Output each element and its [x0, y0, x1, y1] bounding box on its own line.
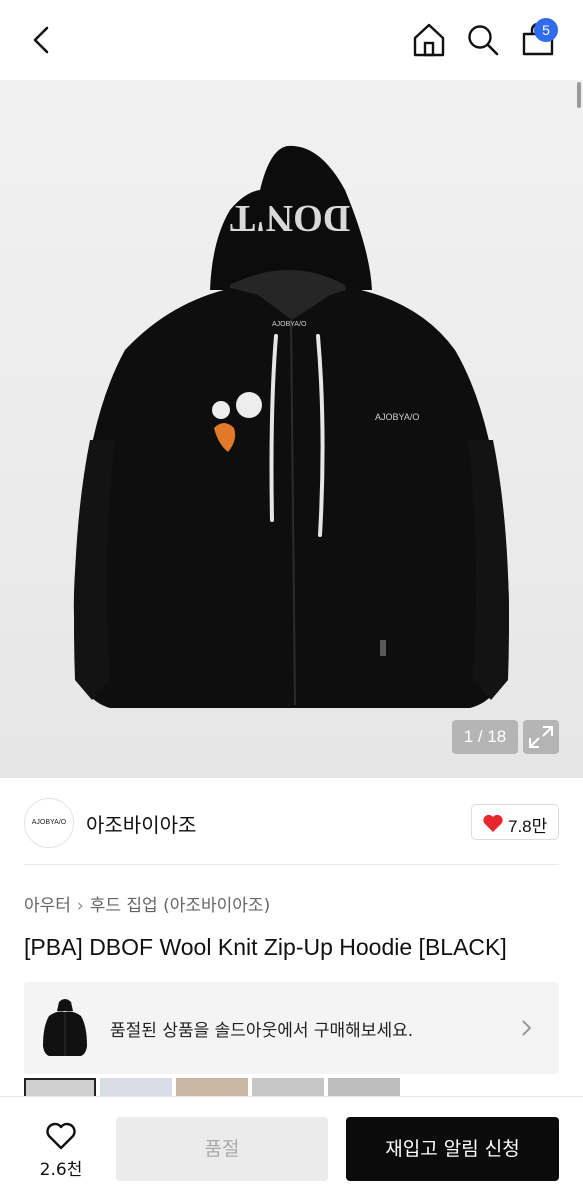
breadcrumb-category[interactable]: 아우터 [24, 896, 71, 916]
search-icon [468, 25, 499, 56]
wishlist-count: 2.6천 [39, 1160, 83, 1180]
home-icon [413, 23, 445, 57]
heart-filled-icon [483, 814, 503, 832]
collar-label-text: AJOBYA/O [272, 321, 307, 328]
brand-name[interactable]: 아조바이아조 [86, 809, 196, 838]
brand-like-button[interactable]: 7.8만 [471, 804, 559, 840]
breadcrumb-separator-icon: › [76, 896, 84, 916]
hoodie-product-image: DON'T AJOBYA/O AJOBYA/O [73, 145, 509, 708]
chevron-right-icon [522, 1020, 532, 1036]
hoodie-thumbnail [43, 999, 87, 1056]
expand-icon [529, 726, 553, 748]
soldout-message: 품절된 상품을 솔드아웃에서 구매해보세요. [110, 1021, 414, 1041]
hood-lettering: DON'T [230, 197, 350, 239]
product-image-gallery[interactable]: DON'T AJOBYA/O AJOBYA/O [0, 80, 583, 778]
breadcrumb: 아우터 › 후드 집업 (아조바이아조) [24, 891, 270, 916]
brand-row: AJOBYA/O 아조바이아조 7.8만 [0, 790, 583, 862]
wishlist-button[interactable]: 2.6천 [26, 1117, 96, 1181]
divider [24, 864, 559, 865]
search-button[interactable] [464, 20, 502, 60]
page-scrollbar[interactable] [577, 82, 581, 108]
top-nav-bar: 5 [0, 0, 583, 80]
restock-alert-button[interactable]: 재입고 알림 신청 [346, 1117, 559, 1181]
chest-logo-text: AJOBYA/O [375, 412, 419, 422]
expand-image-button[interactable] [523, 720, 559, 754]
product-title: [PBA] DBOF Wool Knit Zip-Up Hoodie [BLAC… [24, 934, 507, 960]
chevron-left-icon [33, 26, 49, 54]
home-button[interactable] [410, 20, 448, 60]
breadcrumb-subcategory[interactable]: 후드 집업 (아조바이아조) [90, 896, 270, 916]
bottom-action-bar: 2.6천 품절 재입고 알림 신청 [0, 1096, 583, 1200]
heart-outline-icon [46, 1122, 76, 1150]
back-button[interactable] [26, 22, 60, 58]
cart-count-badge: 5 [534, 18, 558, 42]
soldout-banner[interactable]: 품절된 상품을 솔드아웃에서 구매해보세요. [24, 982, 559, 1074]
sold-out-button: 품절 [116, 1117, 328, 1181]
brand-like-count: 7.8만 [508, 817, 548, 836]
brand-logo[interactable]: AJOBYA/O [24, 798, 74, 848]
image-counter: 1 / 18 [452, 720, 518, 754]
